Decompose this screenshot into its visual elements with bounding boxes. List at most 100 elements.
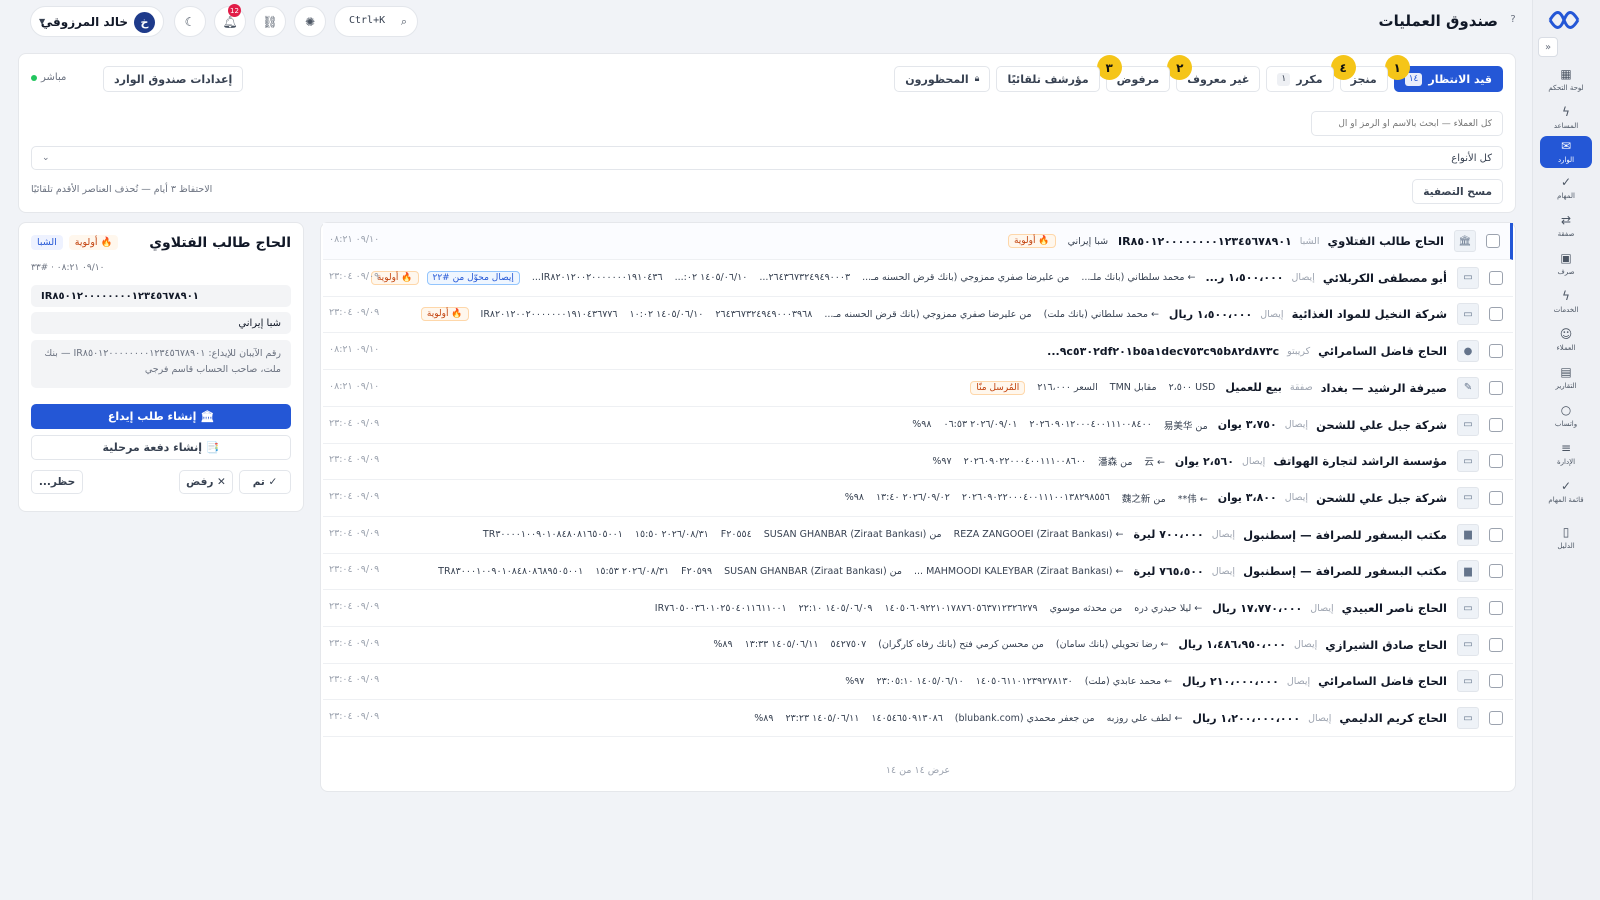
row-meta: ← رضا تحويلي (بانك سامان) bbox=[1055, 639, 1169, 651]
help-icon[interactable]: ? bbox=[1506, 14, 1520, 28]
notifications-button[interactable]: 🔔︎ 12 bbox=[214, 4, 246, 37]
sidebar-item-report[interactable]: ▤ التقارير bbox=[1540, 362, 1592, 394]
link-button[interactable]: ⛓ bbox=[254, 6, 286, 37]
detail-type-field[interactable]: شبا إيراني bbox=[31, 312, 291, 334]
sidebar-item-dashboard[interactable]: ▦ لوحة التحكم bbox=[1540, 64, 1592, 96]
inbox-list: 🏛 الحاج طالب الفتلاوي الشبا IR٨٥٠١٢٠٠٠٠٠٠٠٠… bbox=[320, 222, 1516, 792]
row-time: ٠٩/٠٩ ٢٣:٠٤ bbox=[329, 270, 380, 282]
sidebar-item-users[interactable]: ☺ العملاء bbox=[1540, 324, 1592, 356]
row-thumbnail-icon: ▭ bbox=[1457, 413, 1479, 436]
row-checkbox[interactable] bbox=[1489, 637, 1503, 652]
sidebar-item-book[interactable]: ▯ الدليل bbox=[1540, 522, 1592, 554]
row-meta: IR٨٢٠١٢٠٠٢٠٠٠٠٠٠٠١٩١٠٤٣٦٧٧٦ bbox=[480, 308, 618, 320]
row-meta: من 魏之新 bbox=[1121, 493, 1166, 505]
user-menu[interactable]: خ خالد المرزوقي ▼ bbox=[30, 6, 164, 37]
sidebar-item-inbox[interactable]: ✉ الوارد bbox=[1540, 136, 1592, 168]
sidebar-item-swap[interactable]: ⇄ صفقة bbox=[1540, 210, 1592, 242]
done-button[interactable]: ✓ تم bbox=[239, 470, 291, 494]
command-search-button[interactable]: ⌕ Ctrl+K bbox=[334, 6, 418, 37]
sidebar-item-check[interactable]: ✓ المهام bbox=[1540, 172, 1592, 204]
row-thumbnail-icon: ▭ bbox=[1457, 633, 1479, 656]
row-time: ٠٩/٠٩ ٢٣:٠٤ bbox=[329, 564, 380, 576]
row-meta: ١٤٠٥٠٦١١٠١٢٣٩٢٧٨١٣٠ bbox=[975, 675, 1073, 687]
bug-report-button[interactable]: ✺ bbox=[294, 6, 326, 37]
table-row[interactable]: ✎ صيرفة الرشيد — بغداد صفقة بيع للعميل USD ٢… bbox=[323, 370, 1513, 407]
table-row[interactable]: ▭ شركة جبل علي للشحن إيصال ٣،٧٥٠ يوان من 易美华… bbox=[323, 407, 1513, 444]
table-row[interactable]: ▭ الحاج كريم الدليمي إيصال ١،٢٠٠،٠٠٠،٠٠٠ ري… bbox=[323, 700, 1513, 738]
table-row[interactable]: ▭ أبو مصطفى الكربلائي إيصال ١،٥٠٠،٠٠٠ ر... ←… bbox=[323, 260, 1513, 297]
table-row[interactable]: ▭ الحاج صادق الشيرازي إيصال ١،٤٨٦،٩٥٠،٠٠٠ ر… bbox=[323, 627, 1513, 664]
row-meta: من عليرضا صفري ممزوجي (بانك قرض الحسنه م… bbox=[862, 272, 1070, 284]
row-thumbnail-icon: ▆ bbox=[1457, 523, 1479, 546]
row-meta: من محدثه موسوي bbox=[1049, 602, 1123, 614]
row-checkbox[interactable] bbox=[1489, 270, 1503, 285]
type-filter-select[interactable]: كل الأنواع ⌄ bbox=[31, 146, 1503, 170]
sidebar-item-tasklist[interactable]: ✓ قائمة المهام bbox=[1540, 476, 1592, 508]
table-row[interactable]: ▭ شركة جبل علي للشحن إيصال ٣،٨٠٠ يوان ← 伟** م… bbox=[323, 480, 1513, 517]
table-row[interactable]: 🏛 الحاج طالب الفتلاوي الشبا IR٨٥٠١٢٠٠٠٠٠٠٠٠… bbox=[323, 223, 1513, 260]
sidebar-item-services[interactable]: ϟ الخدمات bbox=[1540, 286, 1592, 318]
row-checkbox[interactable] bbox=[1489, 674, 1503, 689]
row-type: إيصال bbox=[1286, 675, 1311, 687]
row-meta: ١٤٠٥٠٦٠٩٢٢١٠١٧٨٧٦٠٥٦٣٧١٢٣٢٦٢٧٩ bbox=[884, 602, 1038, 614]
row-checkbox[interactable] bbox=[1489, 380, 1503, 395]
table-row[interactable]: ▭ مؤسسة الراشد لتجارة الهواتف إيصال ٢،٥٦٠ ي… bbox=[323, 443, 1513, 481]
table-row[interactable]: ▭ شركة النخيل للمواد الغذائية إيصال ١،٥٠٠،٠… bbox=[323, 296, 1513, 334]
row-checkbox[interactable] bbox=[1489, 601, 1503, 615]
table-row[interactable]: ▭ الحاج فاضل السامرائي إيصال ٢١٠،٠٠٠،٠٠٠ ري… bbox=[323, 663, 1513, 701]
row-amount: ٩c٥٣٠٢df٢٠١b٥a١dec٧٥٣c٩٥b٨٢d٨٧٣c... bbox=[1047, 344, 1280, 358]
table-row[interactable]: ▆ مكتب البسفور للصرافة — إسطنبول إيصال ٧٠٠،… bbox=[323, 517, 1513, 554]
detail-iban-field[interactable]: IR٨٥٠١٢٠٠٠٠٠٠٠٠١٢٣٤٥٦٧٨٩٠١ bbox=[31, 285, 291, 307]
row-type: إيصال bbox=[1310, 602, 1334, 614]
row-meta: ١٤٠٥/٠٦/١١ ٢٣:٢٣ bbox=[785, 712, 860, 724]
row-meta: من عليرضا صفري ممزوجي (بانك قرض الحسنه م… bbox=[824, 308, 1032, 320]
row-customer: شركة جبل علي للشحن bbox=[1316, 417, 1447, 432]
retention-note: الاحتفاظ ٣ أيام — تُحذف العناصر الأقدم ت… bbox=[31, 184, 213, 195]
row-checkbox[interactable] bbox=[1486, 234, 1500, 248]
reject-button[interactable]: ✕ رفض bbox=[179, 470, 233, 494]
sidebar-item-chat[interactable]: ○ واتساب bbox=[1540, 400, 1592, 432]
tab-6[interactable]: 🔒︎ المحظورون bbox=[894, 66, 991, 92]
sidebar-item-sliders[interactable]: ≡ الإدارة bbox=[1540, 438, 1592, 470]
row-checkbox[interactable] bbox=[1489, 344, 1503, 359]
row-meta: ٨٩% bbox=[713, 639, 733, 651]
tab-0[interactable]: قيد الانتظار ١٤ ١ bbox=[1384, 55, 1503, 92]
row-checkbox[interactable] bbox=[1489, 454, 1503, 469]
sidebar-item-cash[interactable]: ▣ صرف bbox=[1540, 248, 1592, 280]
inbox-settings-button[interactable]: إعدادات صندوق الوارد bbox=[103, 66, 244, 92]
tab-3[interactable]: غير معروف ٢ bbox=[1167, 55, 1261, 92]
customer-search-input[interactable] bbox=[1311, 111, 1503, 136]
sidebar-item-bolt[interactable]: ϟ المساعد bbox=[1540, 102, 1592, 134]
row-checkbox[interactable] bbox=[1489, 711, 1503, 726]
block-button[interactable]: حظر... bbox=[31, 470, 83, 494]
table-row[interactable]: ● الحاج فاضل السامرائي كريبتو ٩c٥٣٠٢df٢٠١b٥… bbox=[323, 333, 1513, 371]
sidebar: « ▦ لوحة التحكم ϟ المساعد ✉ الوارد ✓ المهام ⇄ صفق… bbox=[1532, 0, 1600, 900]
table-row[interactable]: ▭ الحاج ناصر العبيدي إيصال ١٧،٧٧٠،٠٠٠ ريال ←… bbox=[323, 590, 1513, 627]
priority-badge: 🔥 أولوية bbox=[68, 235, 119, 250]
clear-filters-button[interactable]: مسح التصفية bbox=[1412, 179, 1503, 204]
row-meta: ← 云 bbox=[1144, 457, 1165, 469]
row-meta: من محسن كرمي فتح (بانك رفاه كارگران) bbox=[878, 639, 1044, 651]
row-checkbox[interactable] bbox=[1489, 527, 1503, 542]
row-customer: الحاج كريم الدليمي bbox=[1339, 711, 1447, 726]
tab-1[interactable]: منجز ٤ bbox=[1330, 55, 1388, 92]
create-staged-payment-button[interactable]: 📑 إنشاء دفعة مرحلية bbox=[31, 435, 291, 460]
tab-2[interactable]: مكرر ١ bbox=[1266, 66, 1334, 92]
create-deposit-button[interactable]: 🏛 إنشاء طلب إيداع bbox=[31, 404, 291, 429]
row-checkbox[interactable] bbox=[1489, 490, 1503, 505]
topbar: صندوق العمليات ? ⌕ Ctrl+K ✺ ⛓ 🔔︎ 12 ☾ خ … bbox=[0, 0, 1532, 44]
sidebar-collapse-button[interactable]: « bbox=[1538, 37, 1558, 57]
tab-5[interactable]: مؤرشف تلقائيًا bbox=[996, 66, 1100, 92]
tab-4[interactable]: مرفوض ٣ bbox=[1096, 55, 1171, 92]
row-meta: F٢٠٥٩٩ bbox=[681, 565, 713, 577]
tab-step-badge: ١ bbox=[1384, 55, 1410, 80]
row-time: ٠٩/٠٩ ٢٣:٠٤ bbox=[329, 637, 380, 649]
row-checkbox[interactable] bbox=[1489, 307, 1503, 322]
row-checkbox[interactable] bbox=[1489, 564, 1503, 579]
row-checkbox[interactable] bbox=[1489, 417, 1503, 432]
theme-toggle-button[interactable]: ☾ bbox=[174, 6, 206, 37]
row-customer: صيرفة الرشيد — بغداد bbox=[1320, 380, 1447, 395]
services-icon: ϟ bbox=[1562, 288, 1570, 303]
table-row[interactable]: ▆ مكتب البسفور للصرافة — إسطنبول إيصال ٧٦٥،… bbox=[323, 553, 1513, 591]
detail-title: الحاج طالب الفتلاوي bbox=[149, 235, 291, 251]
